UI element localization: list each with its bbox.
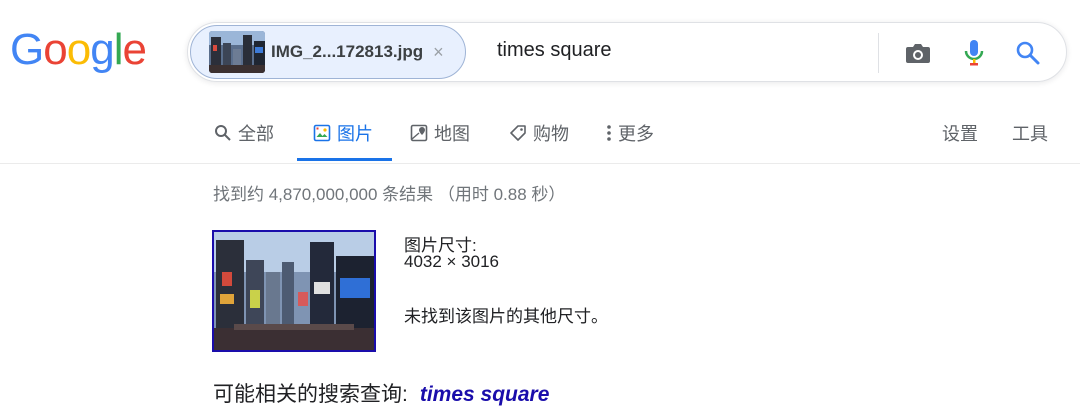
image-icon	[313, 124, 331, 142]
settings-link[interactable]: 设置	[942, 120, 978, 146]
tab-label: 地图	[434, 124, 470, 144]
related-search: 可能相关的搜索查询: times square	[213, 378, 549, 408]
search-icon	[215, 125, 231, 141]
logo-letter: g	[90, 25, 115, 74]
logo-letter: e	[122, 25, 147, 74]
tab-label: 图片	[337, 124, 373, 144]
tab-label: 更多	[618, 124, 654, 144]
logo-letter: o	[66, 25, 92, 74]
camera-icon[interactable]	[902, 37, 934, 69]
tab-label: 购物	[533, 124, 569, 144]
tab-label: 全部	[238, 124, 274, 144]
tab-more[interactable]: 更多	[606, 120, 654, 146]
logo-letter: G	[10, 25, 44, 74]
tab-all[interactable]: 全部	[214, 120, 274, 146]
map-icon	[410, 124, 428, 142]
image-size-value: 4032 × 3016	[404, 252, 500, 271]
tab-maps[interactable]: 地图	[410, 120, 470, 146]
tab-shopping[interactable]: 购物	[509, 120, 569, 146]
related-search-label: 可能相关的搜索查询:	[213, 383, 408, 406]
image-chip[interactable]: IMG_2...172813.jpg ×	[190, 25, 466, 79]
result-image[interactable]	[212, 230, 376, 352]
chip-thumbnail	[209, 31, 265, 73]
search-input[interactable]: times square	[497, 39, 612, 62]
search-tabs: 全部 图片 地图 购物 更多 设置 工具	[0, 108, 1080, 164]
logo-letter: l	[113, 25, 124, 74]
search-icon[interactable]	[1012, 37, 1044, 69]
active-tab-indicator	[297, 158, 392, 161]
result-stats: 找到约 4,870,000,000 条结果 （用时 0.88 秒）	[213, 185, 566, 204]
no-other-sizes-text: 未找到该图片的其他尺寸。	[404, 307, 608, 326]
more-vertical-icon	[607, 125, 611, 141]
search-box[interactable]: IMG_2...172813.jpg × times square	[187, 22, 1067, 82]
tab-images[interactable]: 图片	[313, 120, 373, 146]
chip-filename: IMG_2...172813.jpg	[271, 42, 424, 61]
tag-icon	[510, 125, 526, 141]
tools-link[interactable]: 工具	[1012, 120, 1048, 146]
google-logo[interactable]: Google	[10, 25, 147, 74]
related-search-link[interactable]: times square	[420, 383, 550, 406]
logo-letter: o	[43, 25, 68, 74]
microphone-icon[interactable]	[958, 37, 990, 69]
search-divider	[878, 33, 879, 73]
chip-close-icon[interactable]: ×	[433, 42, 444, 63]
